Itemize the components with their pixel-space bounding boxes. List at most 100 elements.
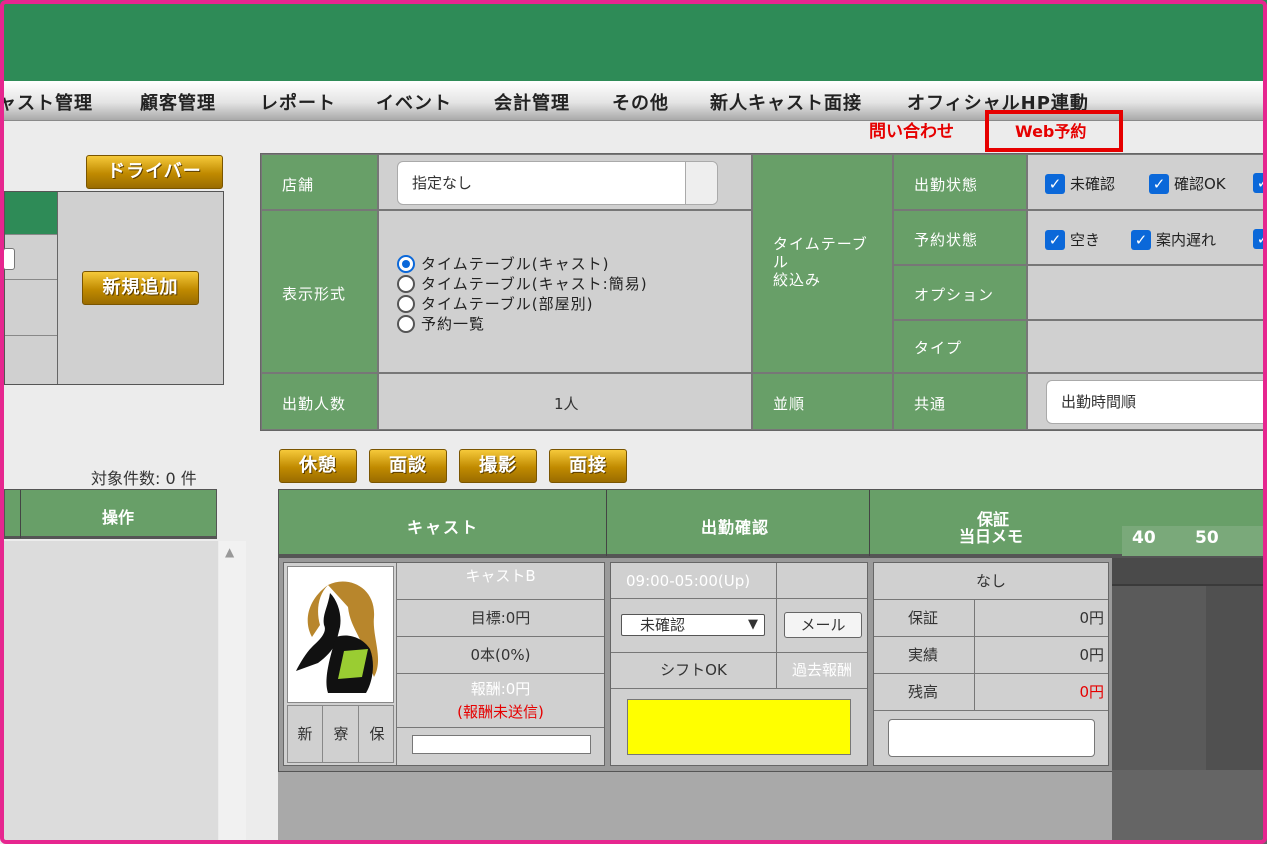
tick-label: 50 bbox=[1195, 528, 1219, 548]
nav-item-other[interactable]: その他 bbox=[612, 89, 669, 115]
cast-silhouette-icon bbox=[292, 571, 389, 698]
status-cell: 未確認 ▼ bbox=[611, 599, 777, 653]
left-list-area bbox=[4, 541, 218, 844]
balance-row-label: 残高 bbox=[874, 674, 975, 711]
radio-selected-icon bbox=[397, 254, 415, 273]
timeline-bottom bbox=[1112, 770, 1267, 844]
column-divider bbox=[606, 490, 607, 556]
highlight-box bbox=[985, 110, 1123, 152]
cast-reward: 報酬:0円 bbox=[470, 680, 531, 698]
status-select[interactable]: 未確認 ▼ bbox=[621, 614, 765, 636]
radio-timetable-cast[interactable]: タイムテーブル(キャスト) bbox=[397, 253, 610, 274]
sort-select[interactable]: 出勤時間順 bbox=[1046, 380, 1267, 424]
checkbox-unconfirmed[interactable]: ✓ 未確認 bbox=[1045, 173, 1115, 194]
break-button[interactable]: 休憩 bbox=[279, 449, 357, 483]
nav-item-customer-management[interactable]: 顧客管理 bbox=[140, 89, 216, 115]
guarantee-row-value: 0円 bbox=[975, 600, 1108, 637]
timetable-filter-label: タイムテーブル 絞込み bbox=[773, 235, 868, 289]
store-select[interactable]: 指定なし bbox=[397, 161, 718, 205]
dormitory-button[interactable]: 寮 bbox=[324, 706, 359, 762]
shift-ok: シフトOK bbox=[611, 653, 777, 689]
cast-header: キャスト bbox=[407, 518, 480, 537]
common-label: 共通 bbox=[914, 395, 947, 413]
radio-timetable-room[interactable]: タイムテーブル(部屋別) bbox=[397, 293, 594, 314]
daily-memo-input[interactable] bbox=[888, 719, 1095, 757]
checkbox-more[interactable]: ✓ bbox=[1253, 229, 1267, 249]
cast-photo[interactable] bbox=[287, 566, 394, 703]
attendance-status-label-cell: 出勤状態 bbox=[893, 154, 1027, 210]
cast-reward-cell: 報酬:0円 (報酬未送信) bbox=[397, 674, 604, 728]
check-icon: ✓ bbox=[1253, 229, 1267, 249]
attendance-status-label: 出勤状態 bbox=[914, 176, 979, 194]
cast-small-buttons: 新 寮 保 bbox=[287, 705, 394, 763]
scrollbar[interactable]: ▲ bbox=[219, 541, 246, 844]
cast-name[interactable]: キャストB bbox=[397, 563, 604, 600]
check-icon: ✓ bbox=[1045, 173, 1065, 194]
radio-icon bbox=[397, 294, 415, 313]
attendance-check-header: 出勤確認 bbox=[701, 518, 770, 537]
checkbox-more[interactable]: ✓ bbox=[1253, 173, 1267, 193]
left-panel-row bbox=[5, 280, 57, 336]
empty-cell bbox=[777, 563, 867, 599]
display-format-label-cell: 表示形式 bbox=[261, 210, 378, 373]
attendance-note-field[interactable] bbox=[627, 699, 851, 755]
store-select-cell: 指定なし bbox=[378, 154, 752, 210]
nav-item-new-cast-interview[interactable]: 新人キャスト面接 bbox=[710, 89, 862, 115]
add-new-button[interactable]: 新規追加 bbox=[82, 271, 199, 305]
interview-button[interactable]: 面接 bbox=[549, 449, 627, 483]
inquiry-link[interactable]: 問い合わせ bbox=[869, 117, 954, 142]
check-icon: ✓ bbox=[1045, 229, 1065, 250]
balance-row-value: 0円 bbox=[975, 674, 1108, 711]
check-icon: ✓ bbox=[1149, 173, 1169, 194]
display-format-cell: タイムテーブル(キャスト) タイムテーブル(キャスト:簡易) タイムテーブル(部… bbox=[378, 210, 752, 373]
nav-item-report[interactable]: レポート bbox=[260, 89, 336, 115]
common-label-cell: 共通 bbox=[893, 373, 1027, 430]
checkbox-confirmed-ok[interactable]: ✓ 確認OK bbox=[1149, 173, 1226, 194]
attendance-count-label-cell: 出勤人数 bbox=[261, 373, 378, 430]
scroll-up-icon[interactable]: ▲ bbox=[225, 545, 234, 559]
sort-label-cell: 並順 bbox=[752, 373, 893, 430]
checkbox-vacant[interactable]: ✓ 空き bbox=[1045, 229, 1100, 250]
guarantee-cell: なし 保証 0円 実績 0円 残高 0円 bbox=[873, 562, 1109, 766]
store-select-value: 指定なし bbox=[412, 174, 473, 192]
nav-item-accounting[interactable]: 会計管理 bbox=[494, 89, 570, 115]
past-reward-link[interactable]: 過去報酬 bbox=[777, 653, 867, 689]
type-label-cell: タイプ bbox=[893, 320, 1027, 373]
photo-button[interactable]: 撮影 bbox=[459, 449, 537, 483]
checkbox-guide-delay[interactable]: ✓ 案内遅れ bbox=[1131, 229, 1216, 250]
timeline-block bbox=[1206, 586, 1267, 770]
sort-select-cell: 出勤時間順 bbox=[1027, 373, 1267, 430]
chevron-down-icon[interactable] bbox=[685, 162, 717, 204]
radio-reservation-list[interactable]: 予約一覧 bbox=[397, 313, 485, 334]
left-panel-header bbox=[5, 192, 57, 234]
left-panel-input[interactable] bbox=[3, 248, 15, 270]
operation-header: 操作 bbox=[102, 508, 135, 527]
check-icon: ✓ bbox=[1253, 173, 1267, 193]
guarantee-row-label: 保証 bbox=[874, 600, 975, 637]
tick-label: 40 bbox=[1132, 528, 1156, 548]
radio-timetable-cast-simple[interactable]: タイムテーブル(キャスト:簡易) bbox=[397, 273, 648, 294]
mail-button[interactable]: メール bbox=[784, 612, 862, 638]
shift-time: 09:00-05:00(Up) bbox=[626, 572, 751, 590]
cast-count: 0本(0%) bbox=[397, 637, 604, 674]
timeline-area[interactable] bbox=[1112, 558, 1267, 844]
new-button[interactable]: 新 bbox=[288, 706, 323, 762]
reservation-status-label-cell: 予約状態 bbox=[893, 210, 1027, 265]
meeting-button[interactable]: 面談 bbox=[369, 449, 447, 483]
nav-item-cast-management[interactable]: ャスト管理 bbox=[0, 89, 93, 115]
store-label: 店舗 bbox=[282, 176, 315, 194]
attendance-count-value: 1人 bbox=[554, 395, 579, 413]
guarantee-small-button[interactable]: 保 bbox=[360, 706, 394, 762]
driver-button[interactable]: ドライバー bbox=[86, 155, 223, 189]
chevron-down-icon: ▼ bbox=[748, 617, 758, 632]
cast-memo-input[interactable] bbox=[412, 735, 591, 754]
timetable-filter-label-cell: タイムテーブル 絞込み bbox=[752, 154, 893, 373]
operation-header-row: 操作 bbox=[4, 489, 217, 539]
radio-icon bbox=[397, 274, 415, 293]
column-divider bbox=[869, 490, 870, 556]
table-bottom-area bbox=[278, 772, 1112, 844]
nav-item-event[interactable]: イベント bbox=[376, 89, 452, 115]
option-label: オプション bbox=[914, 286, 995, 304]
type-cell bbox=[1027, 320, 1267, 373]
option-label-cell: オプション bbox=[893, 265, 1027, 320]
